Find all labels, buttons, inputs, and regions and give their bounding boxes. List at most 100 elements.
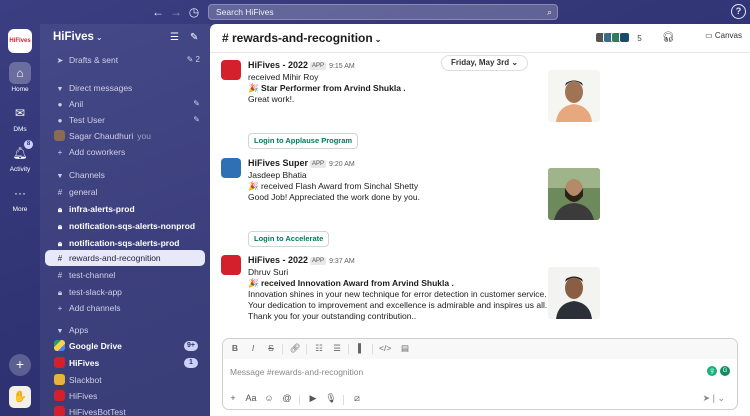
sidebar-item-dm-test-user[interactable]: ● Test User ✎ (40, 112, 210, 128)
hifives-app-icon (54, 390, 65, 401)
hash-icon: # (57, 271, 63, 280)
add-coworkers-button[interactable]: + Add coworkers (40, 144, 210, 160)
bulleted-list-icon[interactable]: ☰ (331, 343, 343, 354)
strikethrough-icon[interactable]: S (265, 343, 277, 353)
app-tag: APP (310, 160, 327, 168)
message-sender[interactable]: HiFives - 2022 (248, 60, 308, 70)
recipient-photo[interactable] (548, 168, 600, 220)
edit-icon: ✎ (193, 99, 200, 108)
sidebar-item-channel-sqs-nonprod[interactable]: 🔒︎ notification-sqs-alerts-nonprod (40, 218, 210, 234)
add-workspace-button[interactable]: + (9, 354, 31, 376)
hifives-app-avatar[interactable] (221, 60, 241, 80)
sidebar-item-channel-test-slack-app[interactable]: 🔒︎ test-slack-app (40, 284, 210, 300)
channel-title[interactable]: # rewards-and-recognition ⌄ (222, 31, 381, 45)
rail-home[interactable]: ⌂ Home (0, 62, 40, 93)
workspace-logo[interactable]: HiFives (8, 29, 32, 53)
plus-icon[interactable]: + (227, 393, 239, 403)
code-block-icon[interactable]: ▤ (399, 343, 411, 354)
avatar (619, 32, 630, 44)
hifives-app-avatar[interactable] (221, 255, 241, 275)
toolbar-divider (282, 344, 283, 354)
channel-view: # rewards-and-recognition ⌄ 5 🎧︎ ▭ Canvas… (210, 24, 750, 416)
compose-icon[interactable]: ✎ (190, 32, 198, 43)
headphones-icon[interactable]: 🎧︎ (662, 31, 675, 45)
search-placeholder: Search HiFives (216, 7, 274, 17)
login-applause-button[interactable]: Login to Applause Program (248, 133, 359, 149)
section-channels[interactable]: ▼ Channels (40, 167, 210, 183)
sidebar-item-app-hifives-2[interactable]: HiFives (40, 388, 210, 404)
rail-dms[interactable]: ✉ DMs (0, 102, 40, 133)
text-format-icon[interactable]: Aa (245, 393, 257, 403)
sidebar-item-channel-sqs-prod[interactable]: 🔒︎ notification-sqs-alerts-prod (40, 235, 210, 251)
code-icon[interactable]: </> (379, 343, 391, 353)
plus-icon: + (57, 304, 63, 313)
search-input[interactable]: Search HiFives ⌕ (208, 4, 558, 20)
formatting-toolbar: B I S 🔗︎ ☷ ☰ ▌ </> ▤ (223, 339, 737, 359)
chevron-down-icon: ⌄ (717, 393, 725, 403)
history-icon[interactable]: ◷ (186, 4, 202, 20)
message-line: Good Job! Appreciated the work done by y… (248, 192, 421, 202)
back-arrow-icon[interactable]: ← (150, 4, 166, 20)
rail-more[interactable]: ··· More (0, 182, 40, 213)
recipient-photo[interactable] (548, 70, 600, 122)
ordered-list-icon[interactable]: ☷ (313, 343, 325, 354)
filter-icon[interactable]: ☰ (170, 32, 179, 43)
sidebar-item-dm-sagar[interactable]: Sagar Chaudhuri you (40, 128, 210, 144)
recipient-photo[interactable] (548, 267, 600, 319)
emoji-icon[interactable]: ☺ (263, 393, 275, 403)
grammar-icon[interactable]: g (707, 366, 717, 376)
help-icon[interactable]: ? (731, 4, 746, 19)
message-line: Great work!. (248, 94, 295, 104)
message-body: HiFives Super APP 9:20 AM Jasdeep Bhatia 🎉… (248, 158, 548, 203)
unread-badge: 9+ (184, 341, 198, 351)
member-count: 5 (637, 34, 642, 44)
sidebar-item-app-hifives[interactable]: HiFives 1 (40, 355, 210, 371)
blockquote-icon[interactable]: ▌ (355, 343, 367, 353)
message-time[interactable]: 9:20 AM (329, 161, 355, 168)
hifives-super-avatar[interactable] (221, 158, 241, 178)
microphone-icon[interactable]: 🎙︎ (325, 393, 337, 404)
login-accelerate-button[interactable]: Login to Accelerate (248, 231, 330, 247)
sidebar-item-channel-general[interactable]: # general (40, 184, 210, 200)
link-icon[interactable]: 🔗︎ (289, 343, 301, 354)
italic-icon[interactable]: I (247, 343, 259, 353)
title-bar: ← → ◷ Search HiFives ⌕ ? (0, 0, 750, 24)
more-icon: ··· (14, 186, 26, 200)
section-direct-messages[interactable]: ▼ Direct messages (40, 80, 210, 96)
message-time[interactable]: 9:37 AM (329, 258, 355, 265)
send-button[interactable]: ➤ | ⌄ (703, 393, 725, 404)
sidebar-item-app-hifivesbottest[interactable]: HiFivesBotTest (40, 404, 210, 416)
dms-icon: ✉ (14, 106, 26, 120)
rail-activity[interactable]: 🔔︎ 8 Activity (0, 140, 40, 173)
mention-icon[interactable]: @ (281, 393, 293, 403)
message-sender[interactable]: HiFives Super (248, 158, 308, 168)
grammarly-icon[interactable]: G (720, 366, 730, 376)
workspace-name[interactable]: HiFives ⌄ (53, 31, 103, 43)
sidebar-item-channel-test-channel[interactable]: # test-channel (40, 267, 210, 283)
sidebar-item-dm-anil[interactable]: ● Anil ✎ (40, 96, 210, 112)
header-divider (210, 52, 750, 53)
sidebar-item-app-google-drive[interactable]: Google Drive 9+ (40, 338, 210, 354)
message-input[interactable]: Message #rewards-and-recognition (230, 367, 700, 377)
sidebar-item-drafts[interactable]: ➤ Drafts & sent ✎ 2 (40, 52, 210, 68)
video-icon[interactable]: ▶ (307, 393, 319, 404)
slackbot-icon (54, 374, 65, 385)
message-time[interactable]: 9:15 AM (329, 63, 355, 70)
award-line: 🎉 Star Performer from Arvind Shukla . (248, 83, 406, 93)
canvas-icon: ▭ (705, 31, 713, 40)
message-sender[interactable]: HiFives - 2022 (248, 255, 308, 265)
sidebar-item-channel-infra-alerts-prod[interactable]: 🔒︎ infra-alerts-prod (40, 201, 210, 217)
unread-badge: 1 (184, 358, 198, 368)
sidebar-item-channel-rewards[interactable]: # rewards-and-recognition (45, 250, 205, 266)
section-apps[interactable]: ▼ Apps (40, 322, 210, 338)
slash-command-icon[interactable]: ⧄ (351, 393, 363, 404)
bold-icon[interactable]: B (229, 343, 241, 353)
message-line: received Mihir Roy (248, 72, 319, 82)
user-avatar[interactable]: ✋ (9, 386, 31, 408)
sidebar-item-app-slackbot[interactable]: Slackbot (40, 372, 210, 388)
add-channels-button[interactable]: + Add channels (40, 300, 210, 316)
canvas-button[interactable]: ▭ Canvas (705, 31, 742, 40)
member-list-button[interactable]: 5 (595, 31, 642, 45)
rail-activity-label: Activity (9, 166, 31, 173)
forward-arrow-icon[interactable]: → (168, 4, 184, 20)
